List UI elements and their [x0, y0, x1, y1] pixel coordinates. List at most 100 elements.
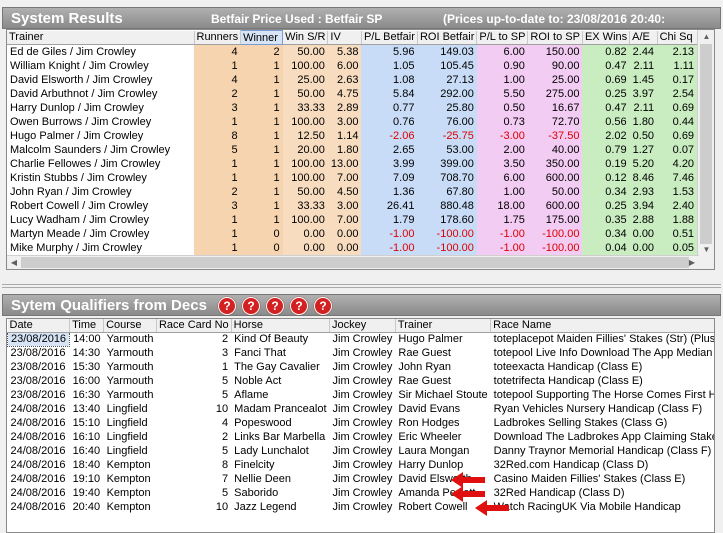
- red-arrow-icon: [475, 500, 509, 516]
- help-icon[interactable]: ?: [314, 297, 332, 315]
- table-cell: Kempton: [106, 487, 151, 499]
- qualifiers-title: Sytem Qualifiers from Decs: [11, 297, 207, 314]
- table-cell: 1: [240, 156, 283, 171]
- help-icon[interactable]: ?: [218, 297, 236, 315]
- table-cell: 0.76: [361, 114, 418, 129]
- help-icon[interactable]: ?: [290, 297, 308, 315]
- table-row[interactable]: David Arbuthnot / Jim Crowley 2 1 50.00 4.75…: [7, 86, 698, 101]
- help-icon[interactable]: ?: [266, 297, 284, 315]
- column-header[interactable]: Date: [7, 319, 71, 333]
- table-cell: Charlie Fellowes / Jim Crowley: [7, 156, 194, 171]
- column-header[interactable]: P/L Betfair: [361, 30, 418, 45]
- table-cell: Fanci That: [234, 347, 286, 359]
- table-cell: Jim Crowley: [332, 487, 393, 499]
- scroll-thumb-horizontal[interactable]: [21, 257, 689, 268]
- table-row[interactable]: William Knight / Jim Crowley 1 1 100.00 6.00…: [7, 58, 698, 73]
- table-cell: 16:00: [72, 375, 101, 387]
- table-cell: 0.12: [582, 170, 630, 185]
- list-item[interactable]: 23/08/2016 14:00 Yarmouth 2 Kind Of Beauty Ji…: [7, 331, 714, 347]
- table-cell: 1: [194, 114, 241, 129]
- table-row[interactable]: Lucy Wadham / Jim Crowley 1 1 100.00 7.00 1.7…: [7, 212, 698, 227]
- column-header[interactable]: Winner: [240, 30, 284, 45]
- list-item[interactable]: 24/08/2016 18:40 Kempton 8 Finelcity Jim Crow…: [8, 458, 715, 472]
- table-row[interactable]: Charlie Fellowes / Jim Crowley 1 1 100.00 13…: [7, 156, 698, 171]
- column-header[interactable]: Horse: [231, 319, 331, 333]
- table-row[interactable]: Harry Dunlop / Jim Crowley 3 1 33.33 2.89 0.7…: [7, 100, 698, 115]
- list-item[interactable]: 24/08/2016 16:10 Lingfield 2 Links Bar Marbe…: [8, 430, 715, 444]
- table-row[interactable]: Kristin Stubbs / Jim Crowley 1 1 100.00 7.00…: [7, 170, 698, 185]
- panel-splitter[interactable]: [2, 284, 721, 288]
- list-item[interactable]: 24/08/2016 13:40 Lingfield 10 Madam Pranceal…: [8, 402, 715, 416]
- table-cell: 0.90: [476, 58, 528, 73]
- table-cell: 2: [222, 431, 229, 443]
- table-cell: 1.14: [327, 128, 362, 143]
- results-table: Trainer Runners Winner Win S/R IV P/L Betfair…: [7, 30, 698, 269]
- column-header[interactable]: Trainer: [395, 319, 492, 333]
- column-header[interactable]: Time: [69, 319, 105, 333]
- table-cell: Jim Crowley: [332, 361, 393, 373]
- results-grid[interactable]: Trainer Runners Winner Win S/R IV P/L Betfair…: [6, 29, 715, 270]
- table-cell: 1.05: [361, 58, 418, 73]
- column-header[interactable]: ROI to SP: [527, 30, 583, 45]
- table-row[interactable]: Martyn Meade / Jim Crowley 1 0 0.00 0.00 -1.0…: [7, 226, 698, 241]
- column-header[interactable]: Win S/R: [282, 30, 329, 45]
- scroll-left-icon[interactable]: ◀: [7, 256, 21, 269]
- column-header[interactable]: Runners: [194, 30, 242, 45]
- results-vertical-scrollbar[interactable]: ▲ ▼: [697, 30, 714, 269]
- list-item[interactable]: 24/08/2016 20:40 Kempton 10 Jazz Legend Jim C…: [8, 500, 715, 514]
- table-row[interactable]: David Elsworth / Jim Crowley 4 1 25.00 2.63 1…: [7, 72, 698, 87]
- column-header[interactable]: IV: [327, 30, 362, 45]
- table-cell: 1: [240, 142, 283, 157]
- results-horizontal-scrollbar[interactable]: ◀ ▶: [7, 255, 699, 269]
- table-cell: 100.00: [282, 58, 328, 73]
- table-cell: 2.63: [327, 72, 362, 87]
- table-cell: 3.00: [327, 114, 362, 129]
- list-item[interactable]: 24/08/2016 15:10 Lingfield 4 Popeswood Jim Cr…: [8, 416, 715, 430]
- column-header[interactable]: Jockey: [329, 319, 396, 333]
- scroll-up-icon[interactable]: ▲: [698, 30, 714, 44]
- table-cell: -100.00: [417, 226, 477, 241]
- table-row[interactable]: Owen Burrows / Jim Crowley 1 1 100.00 3.00 0.…: [7, 114, 698, 129]
- column-header[interactable]: Race Card No: [156, 319, 232, 333]
- column-header[interactable]: A/E: [629, 30, 658, 45]
- table-row[interactable]: Ed de Giles / Jim Crowley 4 2 50.00 5.38 5.96…: [7, 44, 698, 59]
- table-cell: 1.80: [629, 114, 658, 129]
- table-cell: 2.02: [582, 128, 630, 143]
- help-icon[interactable]: ?: [242, 297, 260, 315]
- column-header[interactable]: Chi Sq: [657, 30, 698, 45]
- list-item[interactable]: 23/08/2016 16:00 Yarmouth 5 Noble Act Jim Cro…: [8, 374, 715, 388]
- column-header[interactable]: Trainer: [7, 30, 195, 45]
- list-item[interactable]: 23/08/2016 16:30 Yarmouth 5 Aflame Jim Crowle…: [8, 388, 715, 402]
- column-header[interactable]: ROI Betfair: [417, 30, 478, 45]
- table-cell: 0.50: [629, 128, 658, 143]
- column-header[interactable]: P/L to SP: [476, 30, 529, 45]
- scroll-down-icon[interactable]: ▼: [698, 243, 714, 257]
- table-cell: -2.06: [361, 128, 418, 143]
- column-header[interactable]: Course: [103, 319, 157, 333]
- column-header[interactable]: EX Wins: [582, 30, 631, 45]
- table-row[interactable]: Robert Cowell / Jim Crowley 3 1 33.33 3.00 26…: [7, 198, 698, 213]
- table-cell: 1.08: [361, 72, 418, 87]
- table-cell: David Elsworth / Jim Crowley: [7, 72, 194, 87]
- list-item[interactable]: 24/08/2016 16:40 Lingfield 5 Lady Lunchalot J…: [8, 444, 715, 458]
- table-row[interactable]: Hugo Palmer / Jim Crowley 8 1 12.50 1.14 -2.0…: [7, 128, 698, 143]
- list-item[interactable]: 24/08/2016 19:10 Kempton 7 Nellie Deen Jim Cr…: [8, 472, 715, 486]
- list-item[interactable]: 23/08/2016 14:30 Yarmouth 3 Fanci That Jim Cr…: [8, 346, 715, 360]
- table-row[interactable]: Mike Murphy / Jim Crowley 1 0 0.00 0.00 -1.00…: [7, 240, 698, 255]
- table-cell: 0.44: [657, 114, 698, 129]
- scroll-right-icon[interactable]: ▶: [685, 256, 699, 269]
- table-row[interactable]: John Ryan / Jim Crowley 2 1 50.00 4.50 1.36 67…: [7, 184, 698, 199]
- table-cell: 2.13: [657, 44, 698, 59]
- list-item[interactable]: 23/08/2016 15:30 Yarmouth 1 The Gay Cavalier…: [8, 360, 715, 374]
- qualifiers-table: Date Time Course Race Card No Horse Jockey Tra…: [7, 319, 715, 514]
- qualifiers-grid[interactable]: Date Time Course Race Card No Horse Jockey Tra…: [6, 318, 715, 533]
- table-cell: 14:00: [73, 333, 101, 346]
- table-cell: Lucy Wadham / Jim Crowley: [7, 212, 194, 227]
- list-item[interactable]: 24/08/2016 19:40 Kempton 5 Saborido Jim Crowl…: [8, 486, 715, 500]
- table-cell: 24/08/2016: [10, 501, 66, 513]
- table-cell: 292.00: [417, 86, 477, 101]
- column-header[interactable]: Race Name: [490, 319, 714, 333]
- table-row[interactable]: Malcolm Saunders / Jim Crowley 5 1 20.00 1.8…: [7, 142, 698, 157]
- scroll-thumb[interactable]: [700, 44, 712, 244]
- table-cell: Danny Traynor Memorial Handicap (Class F…: [493, 445, 712, 457]
